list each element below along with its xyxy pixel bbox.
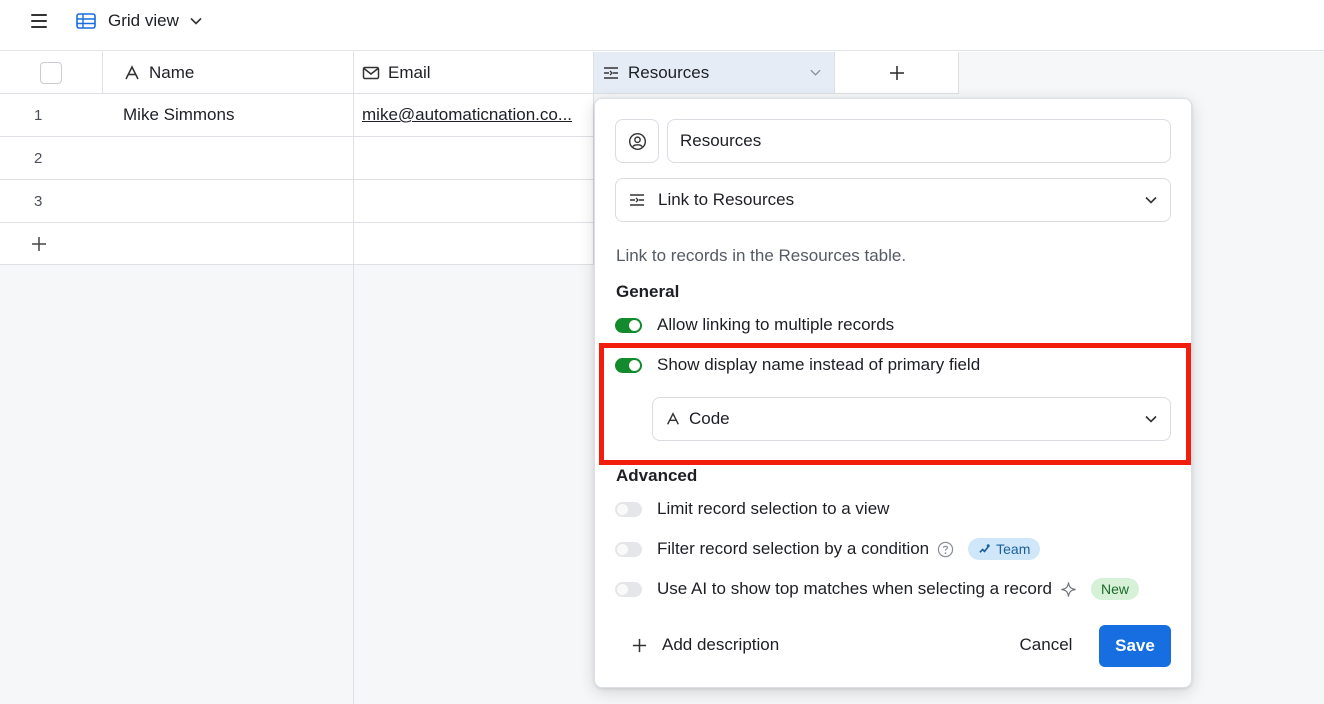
ai-matches-label: Use AI to show top matches when selectin… — [657, 579, 1052, 598]
add-description-label: Add description — [662, 635, 780, 654]
chevron-down-icon — [1145, 415, 1157, 423]
show-display-name-option: Show display name instead of primary fie… — [615, 353, 980, 377]
display-field-select[interactable]: Code — [652, 397, 1171, 441]
sparkle-icon — [1061, 581, 1076, 597]
column-header-resources[interactable]: Resources — [594, 52, 835, 94]
row-number-cell: 3 — [0, 180, 103, 223]
chevron-down-icon — [190, 17, 202, 25]
add-description-button[interactable]: Add description — [631, 633, 779, 657]
general-section-title: General — [616, 282, 680, 301]
save-button[interactable]: Save — [1099, 625, 1171, 667]
allow-multiple-toggle[interactable] — [615, 317, 642, 333]
field-type-description: Link to records in the Resources table. — [616, 246, 907, 265]
help-icon[interactable] — [937, 541, 954, 558]
email-link[interactable]: mike@automaticnation.co... — [362, 105, 572, 125]
column-header-email[interactable]: Email — [354, 52, 594, 94]
team-plan-icon — [979, 543, 990, 553]
field-type-label: Link to Resources — [658, 190, 795, 209]
text-field-icon — [667, 412, 679, 425]
advanced-section-title: Advanced — [616, 466, 698, 485]
linked-record-icon — [630, 194, 644, 206]
limit-view-toggle[interactable] — [615, 501, 642, 517]
plus-icon — [889, 65, 904, 80]
row-number: 1 — [34, 106, 43, 124]
column-header-label: Email — [388, 62, 431, 82]
cancel-button[interactable]: Cancel — [1003, 625, 1089, 665]
row-number: 2 — [34, 149, 43, 167]
show-display-name-toggle[interactable] — [615, 357, 642, 373]
grid-view-icon — [76, 13, 96, 29]
plus-icon — [632, 638, 647, 652]
filter-condition-label: Filter record selection by a condition — [657, 539, 930, 558]
view-name: Grid view — [108, 11, 179, 30]
row-number-cell: 2 — [0, 137, 103, 180]
plus-icon — [32, 236, 46, 251]
filter-condition-toggle[interactable] — [615, 541, 642, 557]
field-type-select[interactable]: Link to Resources — [615, 178, 1171, 222]
row-number-cell: 1 — [0, 94, 103, 137]
add-row-cell[interactable] — [354, 223, 594, 265]
limit-view-label: Limit record selection to a view — [657, 499, 890, 518]
team-badge-label: Team — [996, 541, 1031, 557]
email-icon — [362, 66, 380, 79]
name-cell[interactable] — [103, 137, 354, 180]
text-field-icon — [125, 64, 139, 79]
select-all-cell — [0, 52, 103, 94]
display-field-label: Code — [689, 409, 730, 428]
ai-matches-option: Use AI to show top matches when selectin… — [615, 577, 1139, 601]
view-switcher[interactable]: Grid view — [76, 8, 203, 34]
field-config-popup: Link to Resources Link to records in the… — [594, 98, 1192, 688]
allow-multiple-option: Allow linking to multiple records — [615, 313, 894, 337]
allow-multiple-label: Allow linking to multiple records — [657, 315, 895, 334]
show-display-name-label: Show display name instead of primary fie… — [657, 355, 981, 374]
hamburger-menu-icon[interactable] — [28, 12, 50, 30]
add-row-button[interactable] — [0, 223, 354, 265]
chevron-down-icon — [1145, 196, 1157, 204]
new-badge: New — [1090, 578, 1139, 600]
email-cell[interactable] — [354, 180, 594, 223]
limit-view-option: Limit record selection to a view — [615, 497, 889, 521]
column-divider — [353, 265, 354, 704]
column-header-label: Resources — [628, 62, 710, 82]
view-toolbar: Grid view — [0, 0, 1324, 51]
add-field-button[interactable] — [835, 52, 959, 94]
name-cell[interactable]: Mike Simmons — [103, 94, 354, 137]
filter-condition-option: Filter record selection by a condition T… — [615, 537, 1041, 561]
chevron-down-icon[interactable] — [809, 66, 822, 79]
ai-matches-toggle[interactable] — [615, 581, 642, 597]
column-header-name[interactable]: Name — [103, 52, 354, 94]
row-number: 3 — [34, 192, 43, 210]
name-cell[interactable] — [103, 180, 354, 223]
email-cell[interactable] — [354, 137, 594, 180]
linked-record-icon — [604, 66, 618, 79]
email-cell[interactable]: mike@automaticnation.co... — [354, 94, 594, 137]
column-header-label: Name — [149, 62, 195, 82]
select-all-checkbox[interactable] — [40, 61, 62, 84]
field-name-input[interactable] — [667, 119, 1171, 163]
field-icon-button[interactable] — [615, 119, 659, 163]
team-badge: Team — [968, 538, 1041, 560]
user-circle-icon — [628, 132, 646, 150]
cell-value: Mike Simmons — [123, 105, 235, 124]
